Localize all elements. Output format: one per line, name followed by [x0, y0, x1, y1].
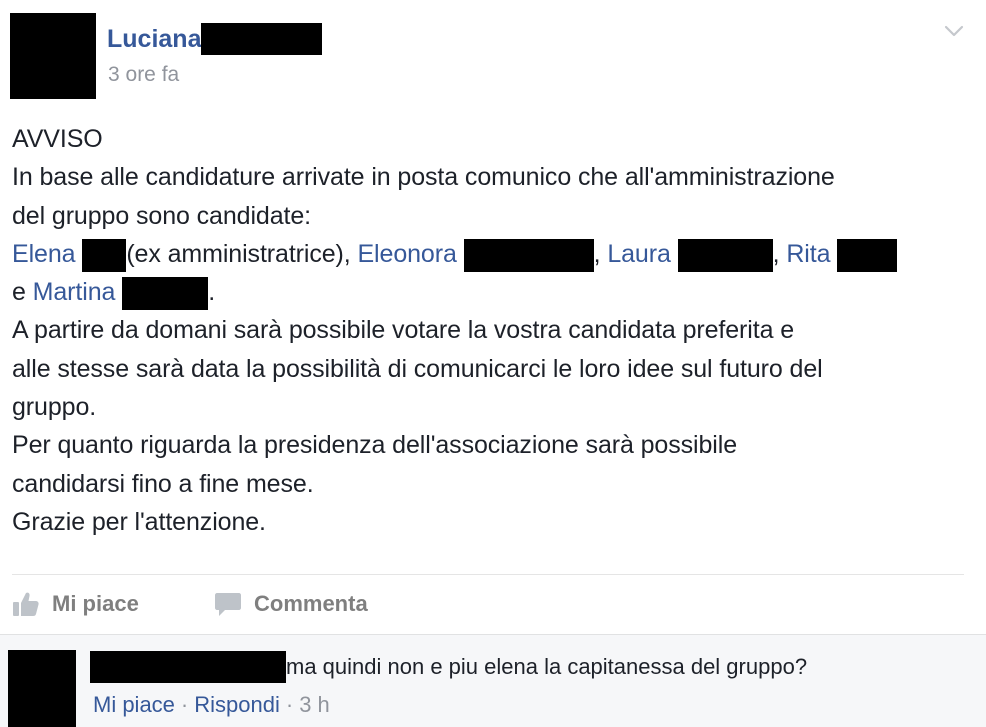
like-button[interactable]: Mi piace: [12, 586, 139, 622]
speech-bubble-icon: [215, 593, 241, 616]
post-line: A partire da domani sarà possibile votar…: [12, 316, 795, 345]
mention-rita[interactable]: Rita: [786, 240, 830, 268]
comment-button[interactable]: Commenta: [214, 586, 368, 622]
post-message: AVVISO In base alle candidature arrivate…: [12, 120, 977, 541]
comment-reply-link[interactable]: Rispondi: [194, 692, 280, 718]
thumbs-up-icon: [13, 592, 39, 616]
candidates-line: e Martina .: [12, 273, 977, 311]
redacted-name: [837, 238, 898, 272]
author-avatar-redacted[interactable]: [10, 13, 96, 99]
prefix-text: e: [12, 278, 33, 307]
elena-note: (ex amministratrice),: [126, 239, 358, 268]
suffix-text: .: [208, 278, 216, 307]
mention-eleonora[interactable]: Eleonora: [357, 240, 456, 268]
redacted-name: [677, 238, 773, 272]
comment-row: ma quindi non e piu elena la capitanessa…: [90, 649, 807, 685]
redacted-name: [122, 277, 209, 311]
mention-elena[interactable]: Elena: [12, 240, 76, 268]
comment-like-link[interactable]: Mi piace: [93, 692, 175, 718]
redacted-commenter-name[interactable]: [90, 651, 286, 683]
post-line: gruppo.: [12, 393, 97, 422]
redacted-surname: [201, 23, 323, 55]
comment-section: ma quindi non e piu elena la capitanessa…: [0, 634, 986, 727]
author-row: Luciana: [107, 22, 323, 56]
comment-actions: Mi piace · Rispondi · 3 h: [93, 689, 330, 721]
post-line: del gruppo sono candidate:: [12, 201, 312, 230]
post-line: alle stesse sarà data la possibilità di …: [12, 354, 823, 383]
candidates-line: Elena (ex amministratrice), Eleonora , L…: [12, 235, 977, 273]
divider: [12, 574, 964, 575]
post-line: In base alle candidature arrivate in pos…: [12, 163, 835, 192]
comment-text: ma quindi non e piu elena la capitanessa…: [286, 654, 808, 679]
mention-laura[interactable]: Laura: [607, 240, 671, 268]
author-name-link[interactable]: Luciana: [107, 22, 201, 56]
separator-dot: ·: [180, 692, 189, 717]
post-line: AVVISO: [12, 125, 103, 153]
post-header: Luciana 3 ore fa: [0, 0, 986, 110]
redacted-name: [463, 238, 594, 272]
separator-text: ,: [772, 239, 787, 268]
comment-timestamp[interactable]: 3 h: [299, 692, 330, 718]
like-label: Mi piace: [52, 591, 139, 616]
commenter-avatar-redacted[interactable]: [8, 650, 76, 727]
comment-label: Commenta: [254, 591, 368, 616]
mention-martina[interactable]: Martina: [33, 278, 116, 306]
post-line: Per quanto riguarda la presidenza dell'a…: [12, 431, 738, 460]
chevron-down-icon[interactable]: [943, 20, 965, 42]
post-timestamp[interactable]: 3 ore fa: [108, 60, 179, 90]
post-line: Grazie per l'attenzione.: [12, 507, 266, 536]
separator-dot: ·: [285, 692, 294, 717]
redacted-name: [82, 238, 127, 272]
post-line: candidarsi fino a fine mese.: [12, 469, 314, 498]
separator-text: ,: [593, 239, 608, 268]
